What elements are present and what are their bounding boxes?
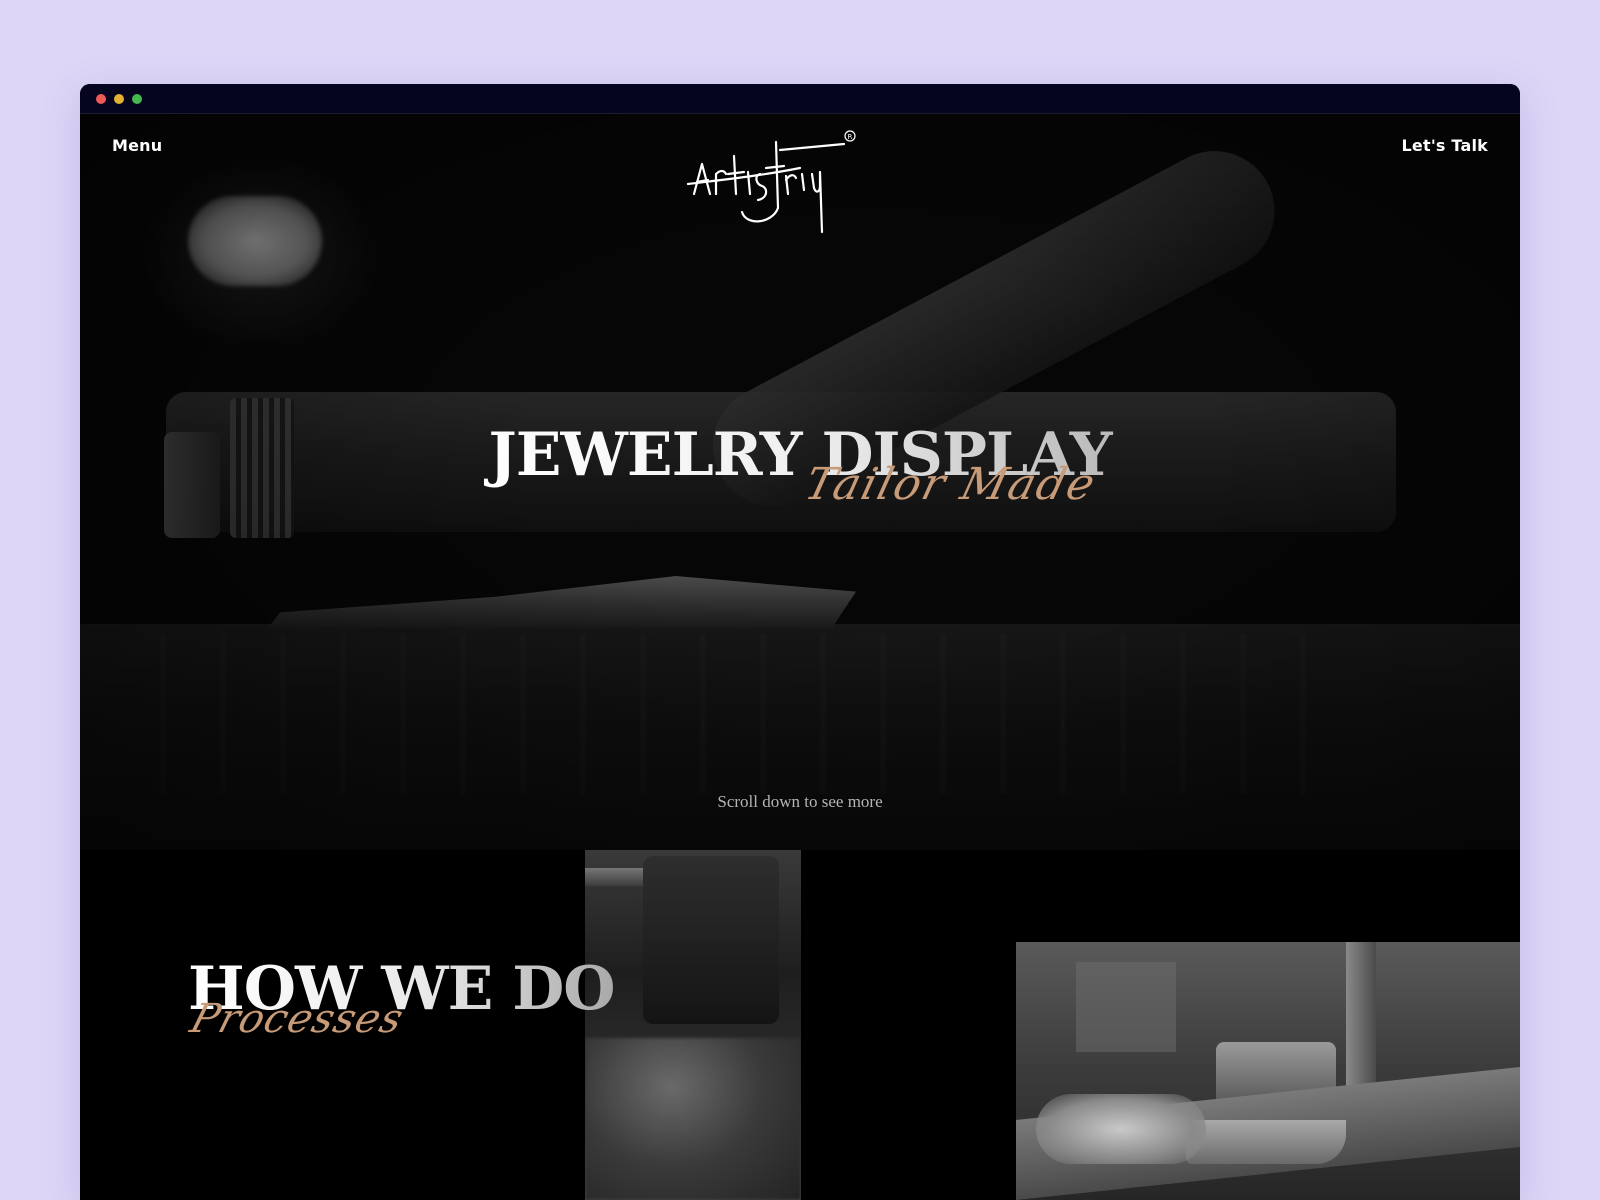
process-photo-rod — [585, 868, 647, 886]
maximize-dot-icon[interactable] — [132, 94, 142, 104]
process-subtitle: Processes — [185, 996, 410, 1042]
browser-window: Menu R Let's Talk JEWELRY DISPLAY Tailor… — [80, 84, 1520, 1200]
hero-section: Menu R Let's Talk JEWELRY DISPLAY Tailor… — [80, 114, 1520, 850]
bandsaw-photo-hands — [1036, 1094, 1206, 1164]
scroll-hint[interactable]: Scroll down to see more — [80, 792, 1520, 812]
bandsaw-photo-workpiece — [1186, 1120, 1346, 1164]
logo-signature-icon: R — [686, 130, 856, 234]
close-dot-icon[interactable] — [96, 94, 106, 104]
process-photo-bench — [585, 1038, 801, 1200]
bandsaw-photo-wall — [1076, 962, 1176, 1052]
process-section: HOW WE DO Processes — [80, 850, 1520, 1200]
artistry-logo[interactable]: R — [680, 128, 860, 238]
svg-text:R: R — [848, 133, 853, 141]
bandsaw-photo — [1016, 942, 1520, 1200]
lets-talk-link[interactable]: Let's Talk — [1402, 136, 1488, 155]
minimize-dot-icon[interactable] — [114, 94, 124, 104]
hero-subtitle: Tailor Made — [799, 459, 1102, 510]
hero-heading-group: JEWELRY DISPLAY Tailor Made — [480, 422, 1120, 542]
browser-titlebar — [80, 84, 1520, 114]
process-photo — [585, 850, 801, 1200]
menu-link[interactable]: Menu — [112, 136, 162, 155]
bandsaw-photo-column — [1346, 942, 1376, 1092]
process-photo-machine — [643, 856, 779, 1024]
